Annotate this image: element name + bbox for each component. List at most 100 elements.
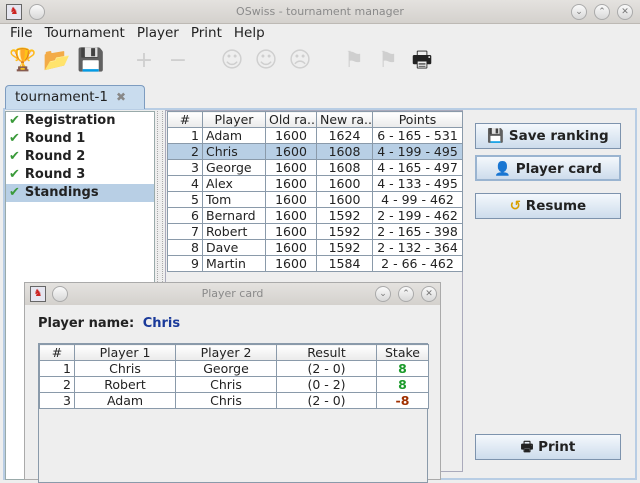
column-header[interactable]: Player 2 [175,344,277,361]
resume-button[interactable]: ↺ Resume [475,193,621,219]
tree-item-label: Round 3 [24,167,86,182]
table-row[interactable]: 2 Chris 1600 1608 4 - 199 - 495 [167,143,463,160]
table-row[interactable]: 5 Tom 1600 1600 4 - 99 - 462 [167,191,463,208]
table-row[interactable]: 1 Adam 1600 1624 6 - 165 - 531 [167,127,463,144]
table-cell: Adam [202,127,266,144]
menu-help[interactable]: Help [228,24,271,42]
table-cell: 7 [167,223,203,240]
table-cell: 2 - 66 - 462 [372,255,463,272]
table-row[interactable]: 9 Martin 1600 1584 2 - 66 - 462 [167,255,463,272]
table-row[interactable]: 3 Adam Chris (2 - 0) -8 [39,392,429,409]
column-header[interactable]: # [39,344,75,361]
tree-item[interactable]: ✔ Registration [6,112,154,130]
table-cell: 1600 [265,255,317,272]
table-cell: (2 - 0) [276,392,377,409]
tab-tournament-1[interactable]: tournament-1 ✖ [5,85,145,109]
table-cell: 1600 [265,239,317,256]
table-cell: 1608 [316,143,373,160]
table-cell: 1600 [265,207,317,224]
tree-item[interactable]: ✔ Standings [6,184,154,202]
remove-icon[interactable]: − [166,48,190,74]
table-row[interactable]: 3 George 1600 1608 4 - 165 - 497 [167,159,463,176]
table-cell: Robert [74,376,176,393]
table-cell: Robert [202,223,266,240]
column-header[interactable]: New ra... [316,111,373,128]
close-button[interactable]: ✕ [421,286,437,302]
column-header[interactable]: Points [372,111,463,128]
table-cell: 1600 [265,143,317,160]
table-cell: Chris [202,143,266,160]
menu-tournament[interactable]: Tournament [39,24,131,42]
table-cell: 1584 [316,255,373,272]
neutral-face-icon[interactable]: ☺ [254,48,278,74]
menu-bar: File Tournament Player Print Help [0,24,640,42]
table-cell: (2 - 0) [276,360,377,377]
table-cell: Chris [175,376,277,393]
close-button[interactable]: ✕ [617,4,633,20]
table-cell: 6 - 165 - 531 [372,127,463,144]
table-cell: 4 - 133 - 495 [372,175,463,192]
table-cell: 1592 [316,223,373,240]
table-cell: 6 [167,207,203,224]
table-row[interactable]: 4 Alex 1600 1600 4 - 133 - 495 [167,175,463,192]
tree-item[interactable]: ✔ Round 3 [6,166,154,184]
table-cell: 2 [167,143,203,160]
minimize-button[interactable]: ⌄ [571,4,587,20]
tree-item[interactable]: ✔ Round 2 [6,148,154,166]
table-row[interactable]: 2 Robert Chris (0 - 2) 8 [39,376,429,393]
table-cell: 4 - 165 - 497 [372,159,463,176]
column-header[interactable]: Result [276,344,377,361]
save-ranking-label: Save ranking [508,128,609,144]
maximize-button[interactable]: ⌃ [398,286,414,302]
table-row[interactable]: 8 Dave 1600 1592 2 - 132 - 364 [167,239,463,256]
table-cell: 1592 [316,207,373,224]
column-header[interactable]: Stake [376,344,429,361]
table-cell: 1600 [265,175,317,192]
save-icon[interactable]: 💾 [77,48,104,74]
save-ranking-button[interactable]: 💾 Save ranking [475,123,621,149]
menu-file[interactable]: File [4,24,39,42]
column-header[interactable]: # [167,111,203,128]
tree-item[interactable]: ✔ Round 1 [6,130,154,148]
printer-icon[interactable]: 🖶 [410,48,434,74]
table-cell: 2 - 165 - 398 [372,223,463,240]
table-cell: 1600 [265,159,317,176]
check-icon: ✔ [9,131,20,146]
table-cell: 1600 [265,223,317,240]
menu-player[interactable]: Player [131,24,185,42]
table-cell: Chris [175,392,277,409]
column-header[interactable]: Player [202,111,266,128]
printer-icon: 🖶 [520,439,534,455]
table-row[interactable]: 1 Chris George (2 - 0) 8 [39,360,429,377]
maximize-button[interactable]: ⌃ [594,4,610,20]
table-row[interactable]: 6 Bernard 1600 1592 2 - 199 - 462 [167,207,463,224]
resume-label: Resume [525,198,587,214]
open-icon[interactable]: 📂 [43,48,70,74]
close-tab-icon[interactable]: ✖ [116,90,126,104]
player-name-value: Chris [142,316,181,331]
table-cell: 2 - 199 - 462 [372,207,463,224]
table-row[interactable]: 7 Robert 1600 1592 2 - 165 - 398 [167,223,463,240]
print-button[interactable]: 🖶 Print [475,434,621,460]
player-card-button[interactable]: 👤 Player card [475,155,621,181]
add-icon[interactable]: + [132,48,156,74]
happy-face-icon[interactable]: ☺ [220,48,244,74]
dialog-title-bar: ♞ Player card ⌄ ⌃ ✕ [25,283,440,305]
tree-item-label: Registration [24,113,116,128]
table-cell: Dave [202,239,266,256]
menu-print[interactable]: Print [185,24,228,42]
sad-face-icon[interactable]: ☹ [288,48,312,74]
table-header: # Player Old ra... New ra... Points [167,111,463,128]
trophy-icon[interactable]: 🏆 [9,48,36,74]
player-card-label: Player card [515,161,602,177]
tab-label: tournament-1 [15,89,109,105]
games-table-area: # Player 1 Player 2 Result Stake 1 Chris George… [38,343,429,483]
flag-icon[interactable]: ⚑ [376,48,400,74]
column-header[interactable]: Old ra... [265,111,317,128]
check-icon: ✔ [9,113,20,128]
table-cell: 5 [167,191,203,208]
column-header[interactable]: Player 1 [74,344,176,361]
table-cell: 3 [167,159,203,176]
minimize-button[interactable]: ⌄ [375,286,391,302]
flag-icon[interactable]: ⚑ [342,48,366,74]
